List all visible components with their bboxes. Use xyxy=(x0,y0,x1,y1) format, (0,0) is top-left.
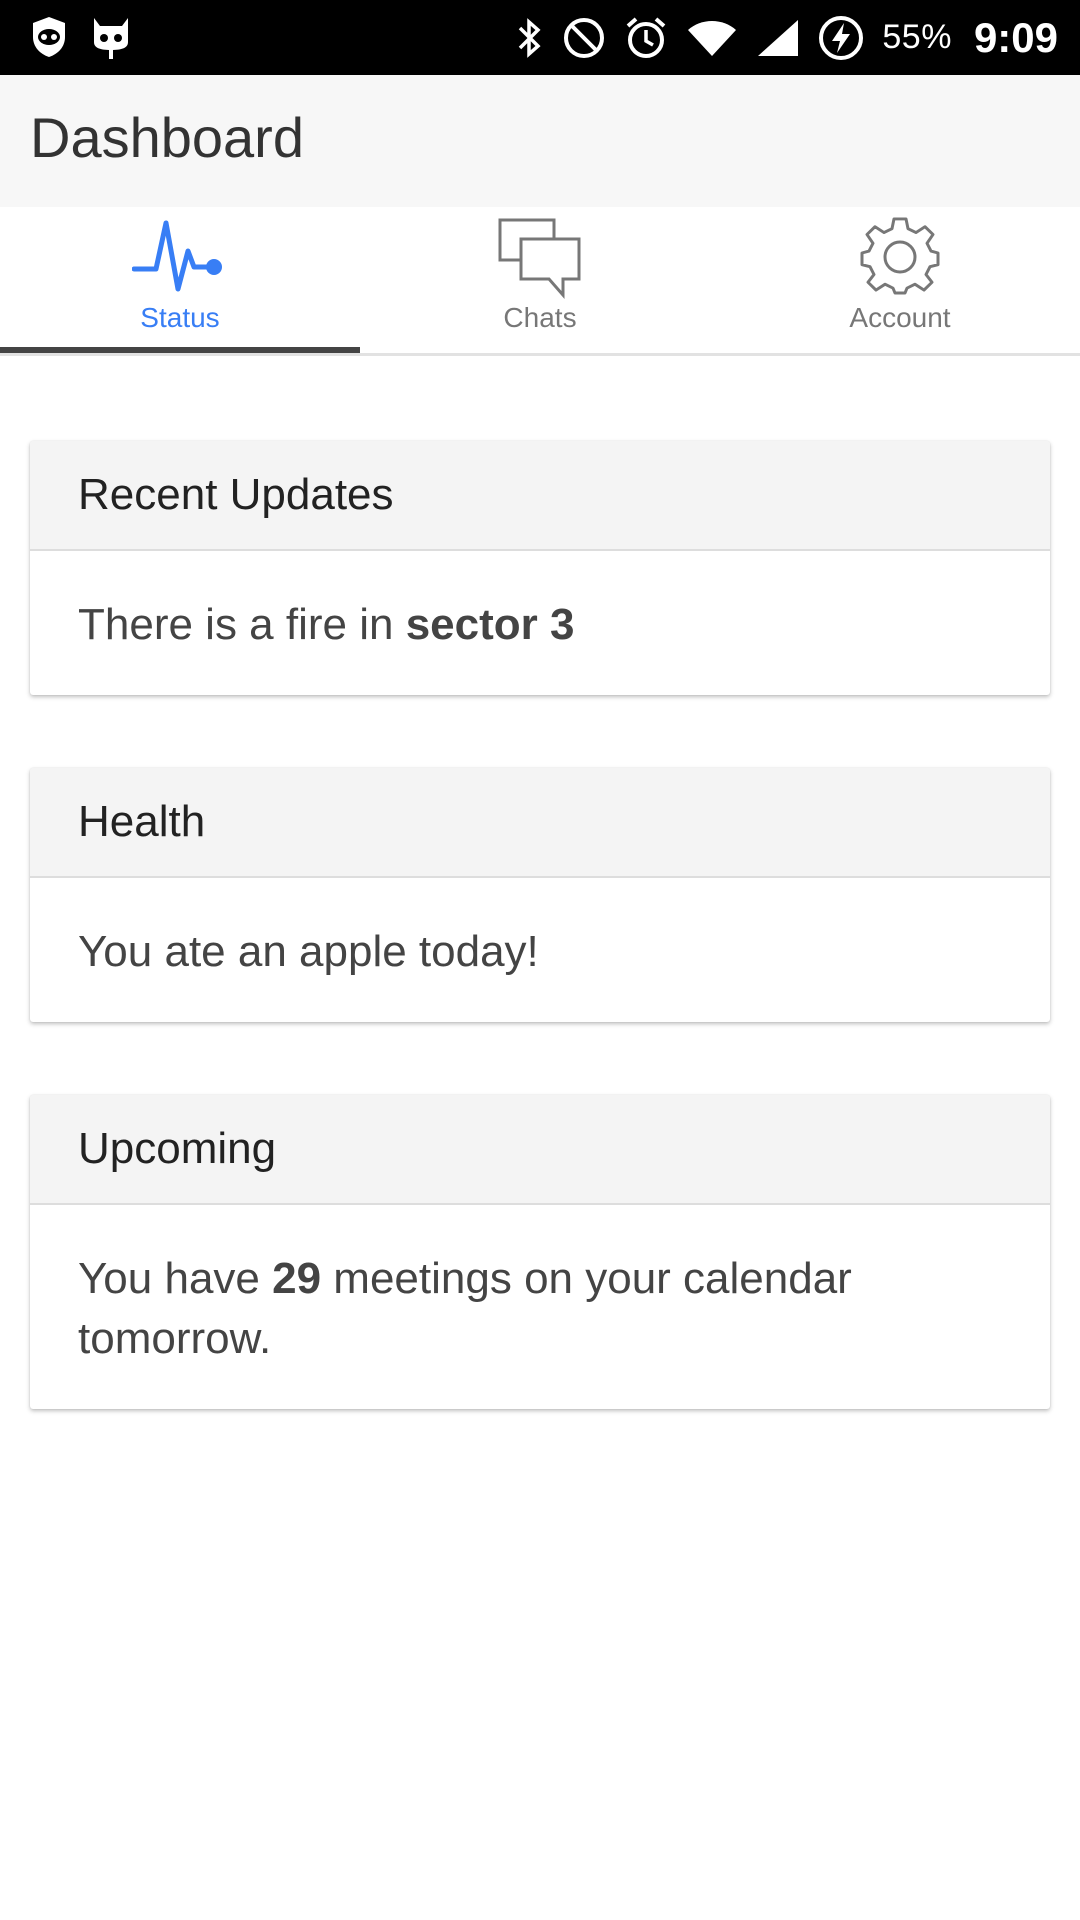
clock: 9:09 xyxy=(973,13,1058,61)
card-upcoming: Upcoming You have 29 meetings on your ca… xyxy=(30,1095,1050,1409)
card-health: Health You ate an apple today! xyxy=(30,768,1050,1022)
app-bar: Dashboard xyxy=(0,75,1080,207)
card-content: There is a fire in sector 3 xyxy=(30,551,1050,695)
battery-percent: 55% xyxy=(882,18,952,56)
card-recent-updates: Recent Updates There is a fire in sector… xyxy=(30,441,1050,695)
status-bar-right: 55% 9:09 xyxy=(516,0,1058,75)
wifi-icon xyxy=(686,18,738,58)
shield-icon xyxy=(30,15,68,64)
cyanogen-mascot-icon xyxy=(90,14,132,65)
do-not-disturb-icon xyxy=(562,16,606,60)
tab-chats-label: Chats xyxy=(503,302,577,333)
tab-status[interactable]: Status xyxy=(0,207,360,353)
status-bar: 55% 9:09 xyxy=(0,0,1080,75)
card-text: You ate an apple today! xyxy=(78,927,539,976)
chat-bubbles-icon xyxy=(497,217,583,304)
tab-status-label: Status xyxy=(140,302,220,333)
gear-icon xyxy=(860,217,940,302)
card-text-bold: 29 xyxy=(272,1254,322,1303)
tab-account-label: Account xyxy=(849,302,951,333)
card-header: Upcoming xyxy=(30,1095,1050,1205)
tab-bar: Status Chats Account xyxy=(0,207,1080,356)
active-tab-indicator xyxy=(0,347,360,353)
card-content: You have 29 meetings on your calendar to… xyxy=(30,1205,1050,1409)
tab-account[interactable]: Account xyxy=(720,207,1080,353)
alarm-icon xyxy=(624,16,668,60)
card-text: You have xyxy=(78,1254,273,1303)
status-bar-left xyxy=(30,14,132,65)
signal-icon xyxy=(756,18,800,58)
page-title: Dashboard xyxy=(30,106,304,169)
bluetooth-icon xyxy=(516,16,544,60)
card-header: Health xyxy=(30,768,1050,878)
card-text-bold: sector 3 xyxy=(405,600,575,649)
tab-chats[interactable]: Chats xyxy=(360,207,720,353)
card-header: Recent Updates xyxy=(30,441,1050,551)
pulse-icon xyxy=(131,217,228,302)
card-content: You ate an apple today! xyxy=(30,878,1050,1022)
battery-charging-icon xyxy=(818,15,864,61)
card-text: There is a fire in xyxy=(78,600,406,649)
